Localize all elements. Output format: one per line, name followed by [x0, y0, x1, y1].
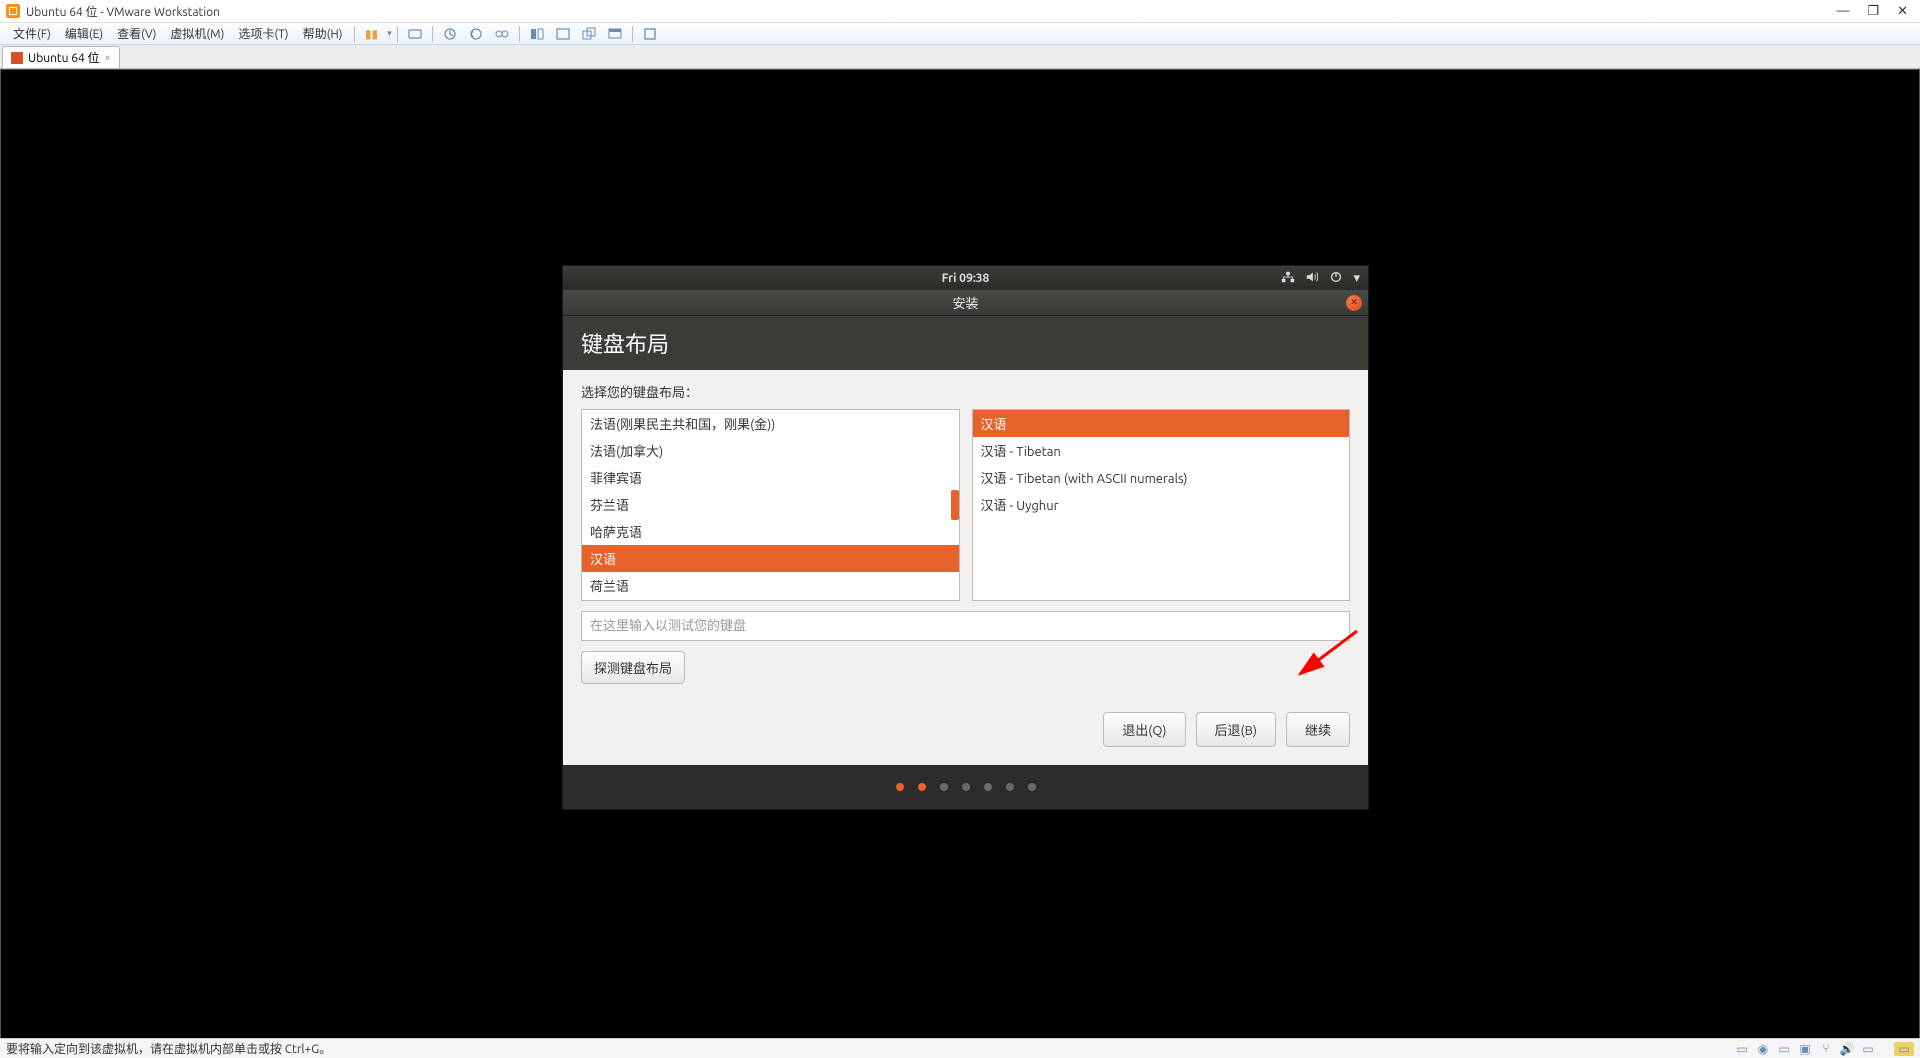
- separator: [354, 26, 355, 42]
- usb-icon[interactable]: ⑂: [1818, 1042, 1834, 1056]
- continue-button[interactable]: 继续: [1286, 712, 1350, 747]
- snapshot-icon[interactable]: [441, 25, 459, 43]
- keyboard-test-input[interactable]: [581, 611, 1350, 641]
- install-progress-dots: [563, 765, 1368, 809]
- detect-layout-button[interactable]: 探测键盘布局: [581, 651, 685, 684]
- install-title-area: 键盘布局: [563, 316, 1368, 370]
- list-item[interactable]: 菲律宾语: [582, 464, 959, 491]
- statusbar: 要将输入定向到该虚拟机，请在虚拟机内部单击或按 Ctrl+G。 ▭ ◉ ▭ ▣ …: [0, 1038, 1920, 1058]
- tab-ubuntu[interactable]: Ubuntu 64 位 ×: [2, 46, 120, 68]
- sound-icon[interactable]: 🔊: [1839, 1042, 1855, 1056]
- statusbar-hint: 要将输入定向到该虚拟机，请在虚拟机内部单击或按 Ctrl+G。: [6, 1040, 331, 1057]
- fit-guest-icon[interactable]: [528, 25, 546, 43]
- fullscreen-icon[interactable]: [554, 25, 572, 43]
- install-header-title: 安装: [952, 293, 978, 312]
- list-item[interactable]: 汉语: [582, 545, 959, 572]
- list-item[interactable]: 汉语: [973, 410, 1350, 437]
- unity-icon[interactable]: [580, 25, 598, 43]
- progress-dot: [896, 783, 904, 791]
- snapshot-manager-icon[interactable]: [493, 25, 511, 43]
- dropdown-caret-icon[interactable]: ▼: [386, 29, 394, 38]
- progress-dot: [962, 783, 970, 791]
- list-item[interactable]: 汉语 - Uyghur: [973, 491, 1350, 518]
- language-listbox[interactable]: 法语(刚果民主共和国，刚果(金))法语(加拿大)菲律宾语芬兰语哈萨克语汉语荷兰语: [581, 409, 960, 601]
- quit-button[interactable]: 退出(Q): [1103, 712, 1185, 747]
- net-adapter-icon[interactable]: ▣: [1797, 1042, 1813, 1056]
- caret-down-icon[interactable]: ▾: [1353, 271, 1360, 286]
- window-title: Ubuntu 64 位 - VMware Workstation: [26, 3, 1836, 20]
- vm-tab-icon: [11, 52, 23, 64]
- back-button[interactable]: 后退(B): [1196, 712, 1276, 747]
- message-icon[interactable]: ▭: [1894, 1042, 1914, 1056]
- maximize-button[interactable]: ❐: [1867, 4, 1879, 19]
- progress-dot: [940, 783, 948, 791]
- progress-dot: [984, 783, 992, 791]
- vmware-titlebar: Ubuntu 64 位 - VMware Workstation — ❐ ✕: [0, 0, 1920, 23]
- menu-tabs[interactable]: 选项卡(T): [231, 25, 295, 42]
- tab-label: Ubuntu 64 位: [28, 49, 100, 66]
- choose-layout-label: 选择您的键盘布局：: [581, 382, 1350, 401]
- list-item[interactable]: 汉语 - Tibetan: [973, 437, 1350, 464]
- tab-close-icon[interactable]: ×: [105, 52, 111, 64]
- statusbar-tray: ▭ ◉ ▭ ▣ ⑂ 🔊 ▭ ▭: [1734, 1042, 1914, 1056]
- nav-buttons: 退出(Q) 后退(B) 继续: [581, 712, 1350, 747]
- menubar: 文件(F) 编辑(E) 查看(V) 虚拟机(M) 选项卡(T) 帮助(H) ▮▮…: [0, 23, 1920, 45]
- scrollbar-thumb[interactable]: [951, 490, 959, 520]
- close-button[interactable]: ✕: [1897, 4, 1908, 19]
- pause-icon[interactable]: ▮▮: [363, 25, 381, 43]
- progress-dot: [1006, 783, 1014, 791]
- menu-help[interactable]: 帮助(H): [296, 25, 350, 42]
- thumbnail-icon[interactable]: [641, 25, 659, 43]
- separator: [632, 26, 633, 42]
- cd-icon[interactable]: ◉: [1755, 1042, 1771, 1056]
- vm-display-area[interactable]: Fri 09:38 ▾ 安装 ✕ 键盘布局 选择您的键盘布局： 法语(刚果民主共…: [0, 69, 1920, 1058]
- list-item[interactable]: 荷兰语: [582, 572, 959, 599]
- layout-columns: 法语(刚果民主共和国，刚果(金))法语(加拿大)菲律宾语芬兰语哈萨克语汉语荷兰语…: [581, 409, 1350, 601]
- send-ctrl-alt-del-icon[interactable]: [406, 25, 424, 43]
- progress-dot: [1028, 783, 1036, 791]
- window-controls: — ❐ ✕: [1836, 4, 1908, 19]
- vmware-icon: [6, 4, 20, 18]
- clock-label: Fri 09:38: [942, 272, 990, 285]
- minimize-button[interactable]: —: [1836, 4, 1849, 19]
- printer-icon[interactable]: ▭: [1860, 1042, 1876, 1056]
- list-item[interactable]: 芬兰语: [582, 491, 959, 518]
- list-item[interactable]: 汉语 - Tibetan (with ASCII numerals): [973, 464, 1350, 491]
- floppy-icon[interactable]: ▭: [1776, 1042, 1792, 1056]
- menu-file[interactable]: 文件(F): [6, 25, 58, 42]
- close-icon[interactable]: ✕: [1346, 295, 1362, 311]
- separator: [432, 26, 433, 42]
- install-body: 选择您的键盘布局： 法语(刚果民主共和国，刚果(金))法语(加拿大)菲律宾语芬兰…: [563, 370, 1368, 765]
- progress-dot: [918, 783, 926, 791]
- ubuntu-installer-window: Fri 09:38 ▾ 安装 ✕ 键盘布局 选择您的键盘布局： 法语(刚果民主共…: [563, 266, 1368, 809]
- variant-listbox[interactable]: 汉语汉语 - Tibetan汉语 - Tibetan (with ASCII n…: [972, 409, 1351, 601]
- tabbar: Ubuntu 64 位 ×: [0, 45, 1920, 69]
- topbar-indicators: ▾: [1281, 270, 1360, 287]
- menu-edit[interactable]: 编辑(E): [58, 25, 110, 42]
- menu-view[interactable]: 查看(V): [110, 25, 163, 42]
- ubuntu-topbar: Fri 09:38 ▾: [563, 266, 1368, 290]
- snapshot-revert-icon[interactable]: [467, 25, 485, 43]
- separator: [519, 26, 520, 42]
- console-view-icon[interactable]: [606, 25, 624, 43]
- hdd-icon[interactable]: ▭: [1734, 1042, 1750, 1056]
- separator: [397, 26, 398, 42]
- page-title: 键盘布局: [581, 327, 669, 359]
- volume-icon[interactable]: [1305, 270, 1319, 287]
- list-item[interactable]: 法语(刚果民主共和国，刚果(金)): [582, 410, 959, 437]
- list-item[interactable]: 法语(加拿大): [582, 437, 959, 464]
- power-icon[interactable]: [1329, 270, 1343, 287]
- menu-vm[interactable]: 虚拟机(M): [163, 25, 231, 42]
- network-icon[interactable]: [1281, 270, 1295, 287]
- list-item[interactable]: 哈萨克语: [582, 518, 959, 545]
- install-header: 安装 ✕: [563, 290, 1368, 316]
